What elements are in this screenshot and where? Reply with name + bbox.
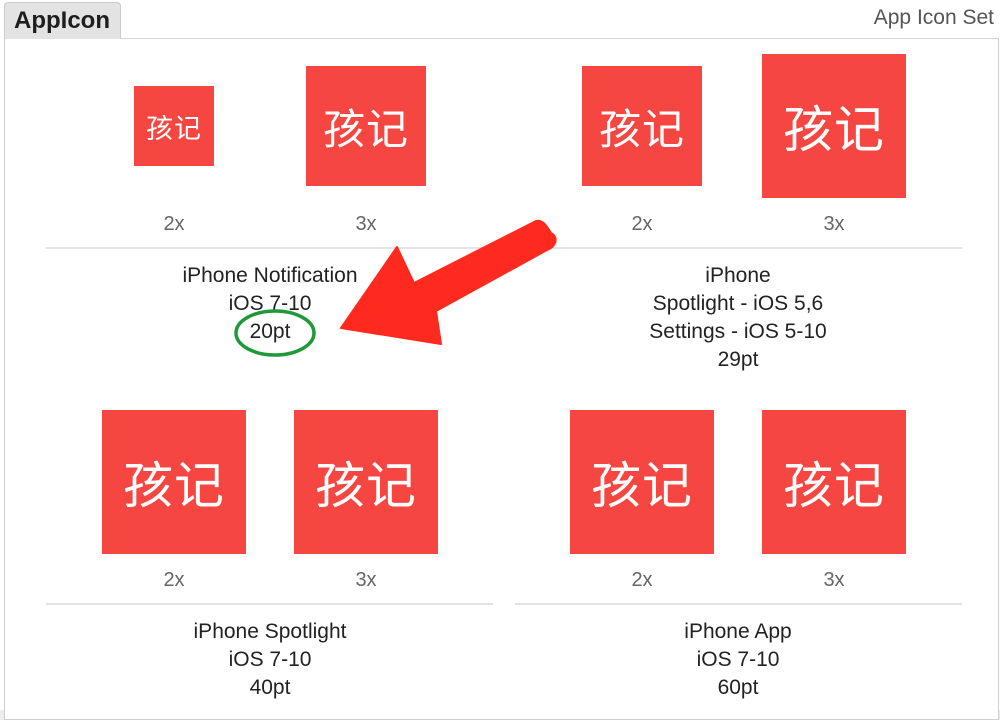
icon-text: 孩记: [783, 101, 885, 159]
group-separator: [46, 603, 493, 605]
scale-label: 2x: [631, 213, 653, 235]
icon-text: 孩记: [123, 457, 225, 515]
group-subtitle: iOS 7-10: [228, 292, 312, 315]
icon-slot-notification-2x[interactable]: 孩记: [134, 86, 214, 166]
scale-label: 3x: [823, 569, 845, 591]
scale-label: 2x: [163, 569, 185, 591]
group-separator: [46, 247, 493, 249]
icon-slot-settings-2x[interactable]: 孩记: [582, 66, 702, 186]
asset-catalog-panel: AppIcon App Icon Set 孩记 孩记 2x 3x iPhone …: [0, 0, 1000, 720]
group-subtitle: iOS 7-10: [228, 648, 312, 671]
icon-slot-spotlight-3x[interactable]: 孩记: [294, 410, 438, 554]
icon-text: 孩记: [322, 104, 409, 154]
group-label-settings: iPhone Spotlight - iOS 5,6 Settings - iO…: [568, 262, 908, 374]
icon-text: 孩记: [783, 457, 885, 515]
group-subtitle: iOS 7-10: [696, 648, 780, 671]
icon-text: 孩记: [146, 113, 202, 145]
group-title: iPhone: [705, 264, 771, 287]
group-label-app: iPhone App iOS 7-10 60pt: [568, 618, 908, 702]
group-title: iPhone App: [684, 620, 792, 643]
group-size: 20pt: [249, 320, 291, 343]
group-title: iPhone Notification: [182, 264, 358, 287]
group-size: 60pt: [717, 676, 759, 699]
scale-label: 2x: [631, 569, 653, 591]
group-label-notification: iPhone Notification iOS 7-10 20pt: [100, 262, 440, 346]
group-separator: [515, 247, 962, 249]
group-title: iPhone Spotlight: [193, 620, 347, 643]
group-size: 40pt: [249, 676, 291, 699]
set-type-label: App Icon Set: [873, 6, 994, 29]
appicon-tab[interactable]: AppIcon: [4, 2, 121, 39]
icon-text: 孩记: [591, 457, 693, 515]
icon-text: 孩记: [315, 457, 417, 515]
icon-slot-notification-3x[interactable]: 孩记: [306, 66, 426, 186]
scale-label: 2x: [163, 213, 185, 235]
icon-slot-settings-3x[interactable]: 孩记: [762, 54, 906, 198]
scale-label: 3x: [355, 569, 377, 591]
group-size: 29pt: [717, 348, 759, 371]
icon-slot-app-3x[interactable]: 孩记: [762, 410, 906, 554]
scale-label: 3x: [355, 213, 377, 235]
group-separator: [515, 603, 962, 605]
icon-slot-app-2x[interactable]: 孩记: [570, 410, 714, 554]
icon-text: 孩记: [598, 104, 685, 154]
group-subtitle: Spotlight - iOS 5,6: [652, 292, 824, 315]
group-subtitle-2: Settings - iOS 5-10: [649, 320, 827, 343]
icon-slot-spotlight-2x[interactable]: 孩记: [102, 410, 246, 554]
scale-label: 3x: [823, 213, 845, 235]
group-label-spotlight: iPhone Spotlight iOS 7-10 40pt: [100, 618, 440, 702]
